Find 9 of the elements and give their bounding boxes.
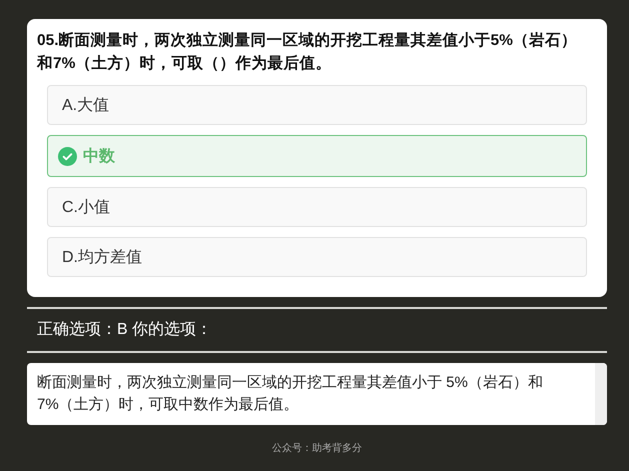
scrollbar — [595, 363, 607, 425]
explanation-text: 断面测量时，两次独立测量同一区域的开挖工程量其差值小于 5%（岩石）和 7%（土方）时，可取中数作为最后值。 — [36, 373, 544, 415]
answer-line: 正确选项：B 你的选项： — [36, 320, 214, 340]
answer-option[interactable]: A.大值 — [47, 85, 587, 125]
question-text: 05.断面测量时，两次独立测量同一区域的开挖工程量其差值小于5%（岩石）和7%（土方）时，可取（）作为最后值。 — [37, 30, 577, 74]
answer-option[interactable]: C.小值 — [47, 187, 587, 227]
check-circle-icon — [58, 146, 77, 166]
footer-text: 公众号：助考背多分 — [271, 442, 363, 455]
answer-option[interactable]: D.均方差值 — [47, 237, 587, 277]
